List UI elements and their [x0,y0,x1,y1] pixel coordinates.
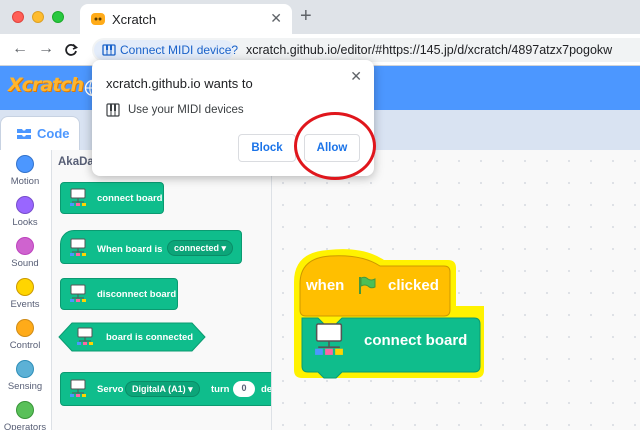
close-icon[interactable]: ✕ [350,68,362,85]
address-bar[interactable]: Connect MIDI device? xcratch.github.io/e… [92,38,640,62]
block-label: connect board [97,193,163,204]
board-icon [70,379,86,397]
annotation-circle [294,112,376,180]
board-icon [70,284,86,302]
dropdown-value: DigitalA (A1) [132,384,186,394]
category-label: Events [10,299,40,310]
tab-code[interactable]: Code [0,116,80,150]
category-looks[interactable]: Looks [0,194,52,234]
connect-board-block[interactable]: connect board [60,182,164,214]
midi-permission-chip[interactable]: Connect MIDI device? [94,40,238,60]
browser-tab[interactable]: Xcratch ✕ [80,4,292,34]
disconnect-board-block[interactable]: disconnect board [60,278,178,310]
browser-tab-strip: Xcratch ✕ + [0,0,640,34]
command-label: connect board [364,332,468,349]
dialog-title: xcratch.github.io wants to [106,76,253,91]
close-window-button[interactable] [12,11,24,23]
board-icon [70,238,86,256]
permission-chip-label: Connect MIDI device? [120,43,239,57]
servo-pin-dropdown[interactable]: DigitalA (A1) ▾ [125,381,200,397]
board-icon [315,323,343,355]
fullscreen-window-button[interactable] [52,11,64,23]
category-events[interactable]: Events [0,276,52,316]
category-menu: Motion Looks Sound Events Control Sensin… [0,150,52,430]
board-icon [70,188,86,206]
looks-dot-icon [16,196,34,214]
midi-keyboard-icon [102,44,116,56]
tab-close-icon[interactable]: ✕ [270,10,282,27]
servo-degrees-input[interactable]: 0 [233,381,255,397]
board-icon [77,327,93,345]
green-flag-icon [359,276,376,294]
tab-title: Xcratch [112,12,157,27]
minimize-window-button[interactable] [32,11,44,23]
category-label: Motion [10,176,40,187]
events-dot-icon [16,278,34,296]
block-label: turn [211,384,230,395]
category-control[interactable]: Control [0,317,52,357]
new-tab-button[interactable]: + [300,5,312,28]
category-label: Control [9,340,41,351]
motion-dot-icon [16,155,34,173]
tab-code-label: Code [37,126,70,141]
xcratch-favicon-icon [91,13,105,25]
category-motion[interactable]: Motion [0,153,52,193]
when-flag-clicked-script[interactable] [288,242,484,382]
control-dot-icon [16,319,34,337]
board-state-dropdown[interactable]: connected ▾ [167,240,234,256]
category-label: Sound [11,258,39,269]
block-button[interactable]: Block [238,134,296,162]
category-operators[interactable]: Operators [0,399,52,430]
midi-keyboard-icon [106,103,120,117]
url-text[interactable]: xcratch.github.io/editor/#https://145.jp… [246,43,612,57]
hat-clicked-label: clicked [388,277,439,294]
sound-dot-icon [16,237,34,255]
sensing-dot-icon [16,360,34,378]
xcratch-logo[interactable]: Xcratch [8,74,84,96]
reload-icon[interactable] [64,43,78,57]
code-blocks-icon [17,129,31,139]
hat-when-label: when [306,277,345,294]
extension-title: AkaDa [58,156,94,168]
operators-dot-icon [16,401,34,419]
when-board-is-hat-block[interactable]: When board is connected ▾ [60,230,242,264]
block-label: Servo [97,384,124,395]
script-workspace[interactable]: when clicked connect board [272,150,640,430]
category-label: Looks [12,217,38,228]
back-button[interactable]: ← [12,40,28,58]
block-label: board is connected [106,332,194,343]
dialog-description: Use your MIDI devices [128,104,244,116]
servo-block[interactable]: Servo DigitalA (A1) ▾ turn 0 de [60,372,272,406]
category-label: Sensing [7,381,43,392]
dropdown-value: connected [174,243,220,253]
category-sensing[interactable]: Sensing [0,358,52,398]
forward-button[interactable]: → [38,40,54,58]
block-label: disconnect board [97,289,177,300]
category-label: Operators [3,422,47,430]
block-label: de [261,384,272,395]
category-sound[interactable]: Sound [0,235,52,275]
block-palette: AkaDa connect board When board is connec… [52,150,272,430]
block-label: When board is [97,244,163,255]
